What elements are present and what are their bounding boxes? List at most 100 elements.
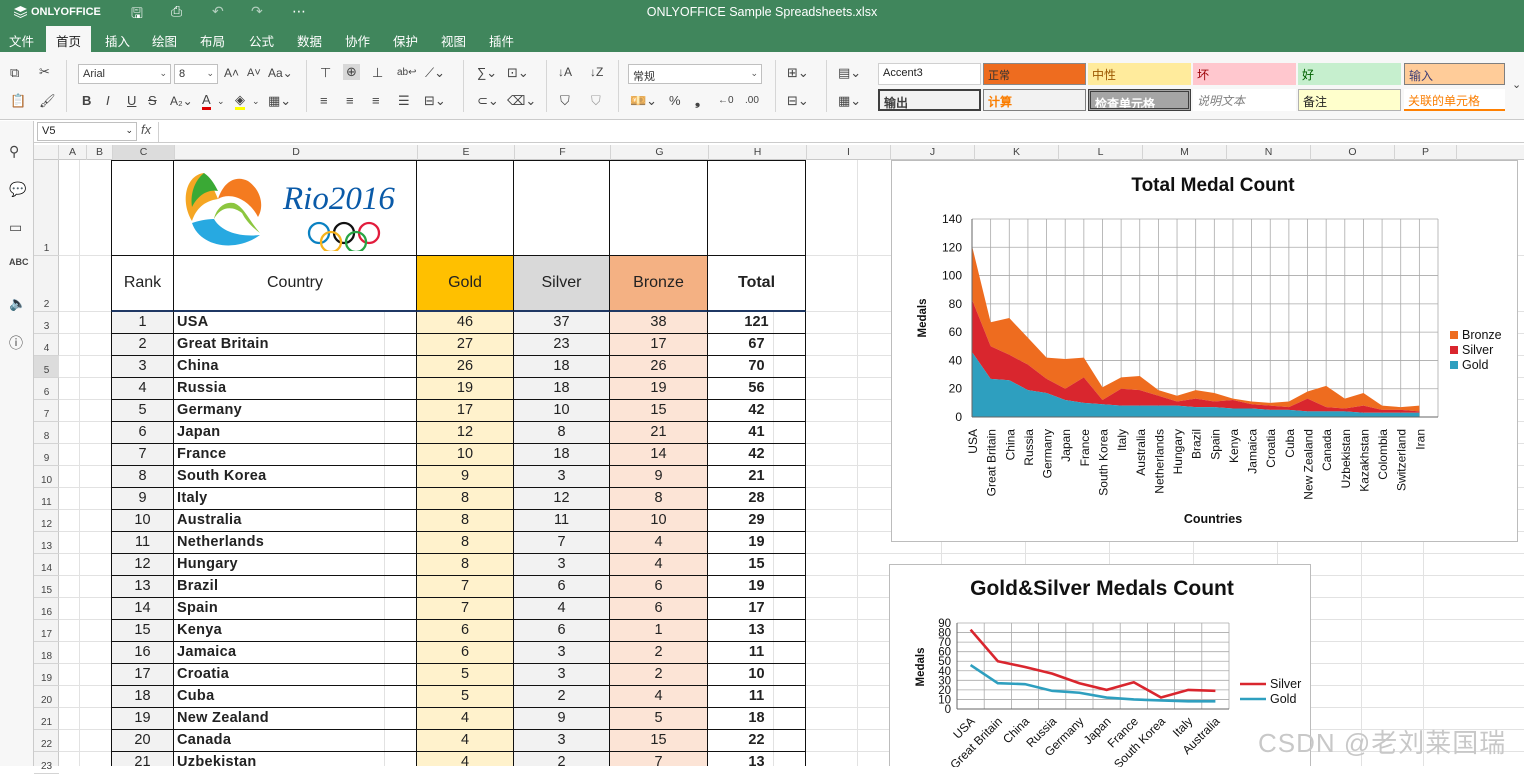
rank-cell[interactable]: 19: [111, 708, 174, 730]
gold-cell[interactable]: 26: [417, 356, 514, 378]
style-accent3[interactable]: Accent3: [878, 63, 981, 85]
style-normal[interactable]: 正常: [983, 63, 1086, 85]
gold-cell[interactable]: 12: [417, 422, 514, 444]
rank-cell[interactable]: 18: [111, 686, 174, 708]
total-cell[interactable]: 19: [708, 576, 806, 598]
bronze-cell[interactable]: 6: [610, 598, 708, 620]
increase-decimal-icon[interactable]: .00: [745, 94, 759, 108]
silver-cell[interactable]: 6: [514, 576, 610, 598]
total-cell[interactable]: 29: [708, 510, 806, 532]
rank-cell[interactable]: 10: [111, 510, 174, 532]
total-cell[interactable]: 42: [708, 444, 806, 466]
cell-g1[interactable]: [708, 160, 806, 256]
silver-cell[interactable]: 2: [514, 686, 610, 708]
rank-cell[interactable]: 4: [111, 378, 174, 400]
strikethrough-icon[interactable]: S: [148, 94, 157, 108]
bronze-cell[interactable]: 15: [610, 730, 708, 752]
row-header-17[interactable]: 17: [34, 620, 59, 642]
silver-cell[interactable]: 9: [514, 708, 610, 730]
bronze-cell[interactable]: 9: [610, 466, 708, 488]
country-cell[interactable]: Jamaica: [174, 642, 417, 664]
rank-cell[interactable]: 11: [111, 532, 174, 554]
gold-cell[interactable]: 8: [417, 532, 514, 554]
gold-cell[interactable]: 6: [417, 620, 514, 642]
rank-cell[interactable]: 5: [111, 400, 174, 422]
style-calculation[interactable]: 计算: [983, 89, 1086, 111]
bronze-cell[interactable]: 5: [610, 708, 708, 730]
column-header-o[interactable]: O: [1311, 145, 1395, 160]
column-header-a[interactable]: A: [59, 145, 87, 160]
percent-icon[interactable]: %: [669, 94, 681, 108]
search-icon[interactable]: ⚲: [9, 143, 19, 160]
menu-home[interactable]: 首页: [46, 26, 92, 52]
country-cell[interactable]: Netherlands: [174, 532, 417, 554]
bronze-cell[interactable]: 4: [610, 532, 708, 554]
header-gold[interactable]: Gold: [417, 256, 514, 312]
menu-file[interactable]: 文件: [9, 31, 34, 50]
country-cell[interactable]: Great Britain: [174, 334, 417, 356]
column-header-g[interactable]: G: [611, 145, 709, 160]
chevron-down-icon[interactable]: ⌄: [252, 94, 260, 108]
header-rank[interactable]: Rank: [111, 256, 174, 312]
header-total[interactable]: Total: [708, 256, 806, 312]
silver-cell[interactable]: 12: [514, 488, 610, 510]
gold-cell[interactable]: 6: [417, 642, 514, 664]
total-cell[interactable]: 41: [708, 422, 806, 444]
country-cell[interactable]: Croatia: [174, 664, 417, 686]
total-cell[interactable]: 19: [708, 532, 806, 554]
header-bronze[interactable]: Bronze: [610, 256, 708, 312]
total-cell[interactable]: 67: [708, 334, 806, 356]
bronze-cell[interactable]: 21: [610, 422, 708, 444]
cell-b1[interactable]: [111, 160, 174, 256]
rank-cell[interactable]: 14: [111, 598, 174, 620]
gold-cell[interactable]: 4: [417, 708, 514, 730]
silver-cell[interactable]: 10: [514, 400, 610, 422]
decrease-decimal-icon[interactable]: ←0: [718, 94, 734, 108]
rank-cell[interactable]: 13: [111, 576, 174, 598]
chevron-down-icon[interactable]: ⌄: [217, 94, 225, 108]
country-cell[interactable]: Spain: [174, 598, 417, 620]
align-middle-icon[interactable]: ⊕: [343, 64, 360, 80]
menu-formula[interactable]: 公式: [249, 31, 274, 50]
gold-cell[interactable]: 7: [417, 576, 514, 598]
silver-cell[interactable]: 18: [514, 378, 610, 400]
column-header-b[interactable]: B: [87, 145, 113, 160]
rank-cell[interactable]: 20: [111, 730, 174, 752]
silver-cell[interactable]: 8: [514, 422, 610, 444]
column-header-l[interactable]: L: [1059, 145, 1143, 160]
bronze-cell[interactable]: 7: [610, 752, 708, 766]
header-country[interactable]: Country: [174, 256, 417, 312]
align-top-icon[interactable]: ⊤: [320, 66, 331, 80]
style-good[interactable]: 好: [1298, 63, 1401, 85]
about-icon[interactable]: ⓘ: [9, 333, 23, 353]
style-explanatory[interactable]: 说明文本: [1193, 89, 1296, 111]
align-bottom-icon[interactable]: ⊥: [372, 66, 383, 80]
country-cell[interactable]: Brazil: [174, 576, 417, 598]
country-cell[interactable]: Italy: [174, 488, 417, 510]
country-cell[interactable]: Uzbekistan: [174, 752, 417, 766]
bronze-cell[interactable]: 15: [610, 400, 708, 422]
rank-cell[interactable]: 7: [111, 444, 174, 466]
style-neutral[interactable]: 中性: [1088, 63, 1191, 85]
silver-cell[interactable]: 23: [514, 334, 610, 356]
bronze-cell[interactable]: 38: [610, 312, 708, 334]
row-header-11[interactable]: 11: [34, 488, 59, 510]
bronze-cell[interactable]: 8: [610, 488, 708, 510]
format-painter-icon[interactable]: 🖌: [39, 94, 56, 108]
rank-cell[interactable]: 8: [111, 466, 174, 488]
column-header-h[interactable]: H: [709, 145, 807, 160]
rank-cell[interactable]: 6: [111, 422, 174, 444]
country-cell[interactable]: Cuba: [174, 686, 417, 708]
gold-cell[interactable]: 46: [417, 312, 514, 334]
sum-icon[interactable]: ∑⌄: [477, 66, 497, 80]
silver-cell[interactable]: 6: [514, 620, 610, 642]
paste-icon[interactable]: 📋: [10, 94, 26, 108]
silver-cell[interactable]: 2: [514, 752, 610, 766]
row-header-2[interactable]: 2: [34, 256, 59, 312]
bronze-cell[interactable]: 4: [610, 554, 708, 576]
rank-cell[interactable]: 2: [111, 334, 174, 356]
bronze-cell[interactable]: 1: [610, 620, 708, 642]
gold-cell[interactable]: 9: [417, 466, 514, 488]
formula-input[interactable]: [164, 124, 1514, 140]
row-header-14[interactable]: 14: [34, 554, 59, 576]
